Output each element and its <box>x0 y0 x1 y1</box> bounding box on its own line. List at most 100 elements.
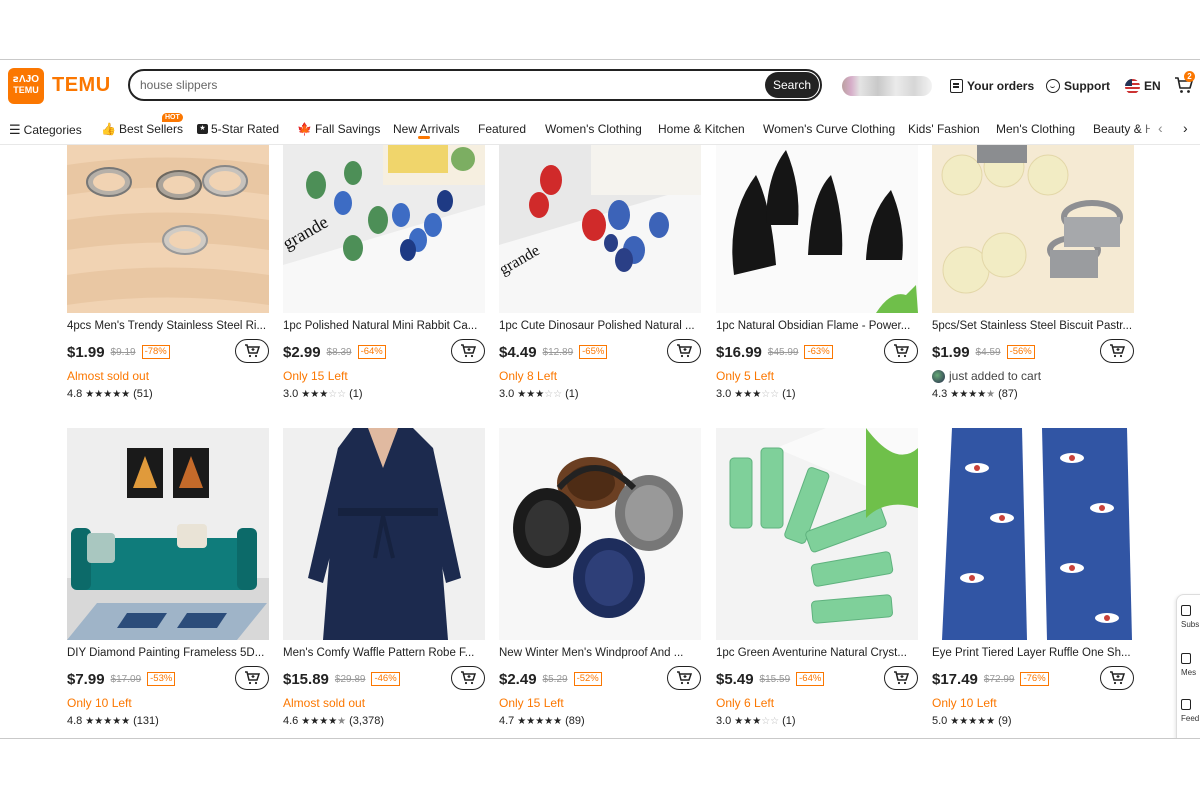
price-row: $1.99 $9.19 -78% <box>67 339 269 365</box>
add-to-cart-button[interactable] <box>1100 666 1134 690</box>
rating-value: 4.8 <box>67 388 83 400</box>
nav-categories[interactable]: ☰ Categories <box>9 122 82 138</box>
product-card[interactable]: Men's Comfy Waffle Pattern Robe F... $15… <box>283 428 485 729</box>
nav-kids-fashion-label: Kids' Fashion <box>908 122 980 136</box>
product-image[interactable]: grande <box>283 145 485 313</box>
star-rating-icon: ★★★☆☆ <box>301 388 347 400</box>
product-title[interactable]: 1pc Green Aventurine Natural Cryst... <box>716 647 918 663</box>
nav-prev-arrow-icon[interactable]: ‹ <box>1158 120 1163 136</box>
account-avatar[interactable] <box>842 76 932 96</box>
product-card[interactable]: grande 1pc Polished Natural Mini Rabbit … <box>283 145 485 402</box>
product-price: $17.49 <box>932 670 978 688</box>
search-input[interactable] <box>140 76 760 94</box>
language-label: EN <box>1144 79 1161 93</box>
add-to-cart-button[interactable] <box>451 339 485 363</box>
price-row: $16.99 $45.99 -63% <box>716 339 918 365</box>
product-image[interactable] <box>716 428 918 640</box>
product-title[interactable]: 5pcs/Set Stainless Steel Biscuit Pastr..… <box>932 320 1134 336</box>
add-to-cart-button[interactable] <box>451 666 485 690</box>
price-row: $17.49 $72.99 -76% <box>932 666 1134 692</box>
nav-next-arrow-icon[interactable]: › <box>1183 120 1188 136</box>
add-to-cart-button[interactable] <box>667 339 701 363</box>
product-image[interactable] <box>67 428 269 640</box>
add-to-cart-button[interactable] <box>235 666 269 690</box>
product-image[interactable] <box>499 428 701 640</box>
stock-status: Only 5 Left <box>716 369 775 383</box>
price-row: $2.49 $5.29 -52% <box>499 666 701 692</box>
star-rated-icon: ★ <box>197 124 208 134</box>
nav-best-sellers[interactable]: 👍 Best Sellers <box>101 122 183 136</box>
orders-label: Your orders <box>967 79 1035 93</box>
product-card[interactable]: Eye Print Tiered Layer Ruffle One Sh... … <box>932 428 1134 729</box>
add-to-cart-button[interactable] <box>884 339 918 363</box>
add-to-cart-icon <box>461 671 476 685</box>
logo-top-text: ꙅɅɈO <box>13 74 39 85</box>
stock-status: Only 6 Left <box>716 696 775 710</box>
original-price: $4.59 <box>975 346 1001 358</box>
discount-badge: -63% <box>804 345 833 359</box>
product-title[interactable]: Men's Comfy Waffle Pattern Robe F... <box>283 647 485 663</box>
stock-status: Almost sold out <box>67 369 150 383</box>
product-image[interactable] <box>932 145 1134 313</box>
nav-fall-savings[interactable]: 🍁 Fall Savings <box>297 122 380 136</box>
product-price: $15.89 <box>283 670 329 688</box>
your-orders-link[interactable]: Your orders <box>950 77 1034 95</box>
product-title[interactable]: Eye Print Tiered Layer Ruffle One Sh... <box>932 647 1134 663</box>
add-to-cart-icon <box>245 344 260 358</box>
add-to-cart-icon <box>894 344 909 358</box>
support-link[interactable]: Support <box>1046 77 1110 95</box>
add-to-cart-icon <box>894 671 909 685</box>
nav-five-star[interactable]: ★ 5-Star Rated <box>197 122 279 136</box>
product-title[interactable]: DIY Diamond Painting Frameless 5D... <box>67 647 269 663</box>
product-title[interactable]: 1pc Polished Natural Mini Rabbit Ca... <box>283 320 485 336</box>
discount-badge: -64% <box>357 345 386 359</box>
product-card[interactable]: DIY Diamond Painting Frameless 5D... $7.… <box>67 428 269 729</box>
side-messages-label: Mes <box>1181 668 1197 677</box>
search-button[interactable]: Search <box>765 72 819 98</box>
product-card[interactable]: 1pc Green Aventurine Natural Cryst... $5… <box>716 428 918 729</box>
nav-featured[interactable]: Featured <box>478 122 526 136</box>
product-title[interactable]: 1pc Natural Obsidian Flame - Power... <box>716 320 918 336</box>
product-title[interactable]: New Winter Men's Windproof And ... <box>499 647 701 663</box>
product-card[interactable]: 1pc Natural Obsidian Flame - Power... $1… <box>716 145 918 402</box>
add-to-cart-button[interactable] <box>884 666 918 690</box>
brand-name[interactable]: TEMU <box>52 74 111 97</box>
product-image[interactable] <box>67 145 269 313</box>
temu-logo[interactable]: ꙅɅɈO TEMU <box>8 68 44 104</box>
cart-button[interactable]: 2 <box>1174 71 1195 95</box>
product-title[interactable]: 1pc Cute Dinosaur Polished Natural ... <box>499 320 701 336</box>
product-card[interactable]: 5pcs/Set Stainless Steel Biscuit Pastr..… <box>932 145 1134 402</box>
side-messages[interactable]: Mes <box>1181 653 1196 677</box>
product-title[interactable]: 4pcs Men's Trendy Stainless Steel Ri... <box>67 320 269 336</box>
language-selector[interactable]: EN <box>1125 77 1161 95</box>
product-image[interactable] <box>716 145 918 313</box>
nav-kids-fashion[interactable]: Kids' Fashion <box>908 122 980 136</box>
product-card[interactable]: 4pcs Men's Trendy Stainless Steel Ri... … <box>67 145 269 402</box>
add-to-cart-button[interactable] <box>235 339 269 363</box>
add-to-cart-button[interactable] <box>667 666 701 690</box>
nav-new-arrivals[interactable]: New Arrivals <box>393 122 460 136</box>
add-to-cart-icon <box>1110 344 1125 358</box>
product-card[interactable]: New Winter Men's Windproof And ... $2.49… <box>499 428 701 729</box>
nav-mens-clothing[interactable]: Men's Clothing <box>996 122 1075 136</box>
product-image[interactable] <box>283 428 485 640</box>
rating-row: 4.3 ★★★★★ (87) <box>932 386 1134 402</box>
product-card[interactable]: grande 1pc Cute Dinosaur Polished Natura… <box>499 145 701 402</box>
nav-womens-curve[interactable]: Women's Curve Clothing <box>763 122 895 136</box>
rating-row: 3.0 ★★★☆☆ (1) <box>283 386 485 402</box>
side-subscribe[interactable]: Subs <box>1181 605 1199 629</box>
menu-icon: ☰ <box>9 122 21 137</box>
stock-status: Only 15 Left <box>283 369 348 383</box>
product-image[interactable]: grande <box>499 145 701 313</box>
product-price: $4.49 <box>499 343 537 361</box>
discount-badge: -65% <box>579 345 608 359</box>
review-count: (9) <box>998 715 1012 727</box>
product-image[interactable] <box>932 428 1134 640</box>
product-price: $1.99 <box>67 343 105 361</box>
add-to-cart-button[interactable] <box>1100 339 1134 363</box>
nav-home-kitchen[interactable]: Home & Kitchen <box>658 122 745 136</box>
side-feedback[interactable]: Feed <box>1181 699 1199 723</box>
price-row: $2.99 $8.39 -64% <box>283 339 485 365</box>
nav-womens-clothing[interactable]: Women's Clothing <box>545 122 642 136</box>
product-price: $2.99 <box>283 343 321 361</box>
